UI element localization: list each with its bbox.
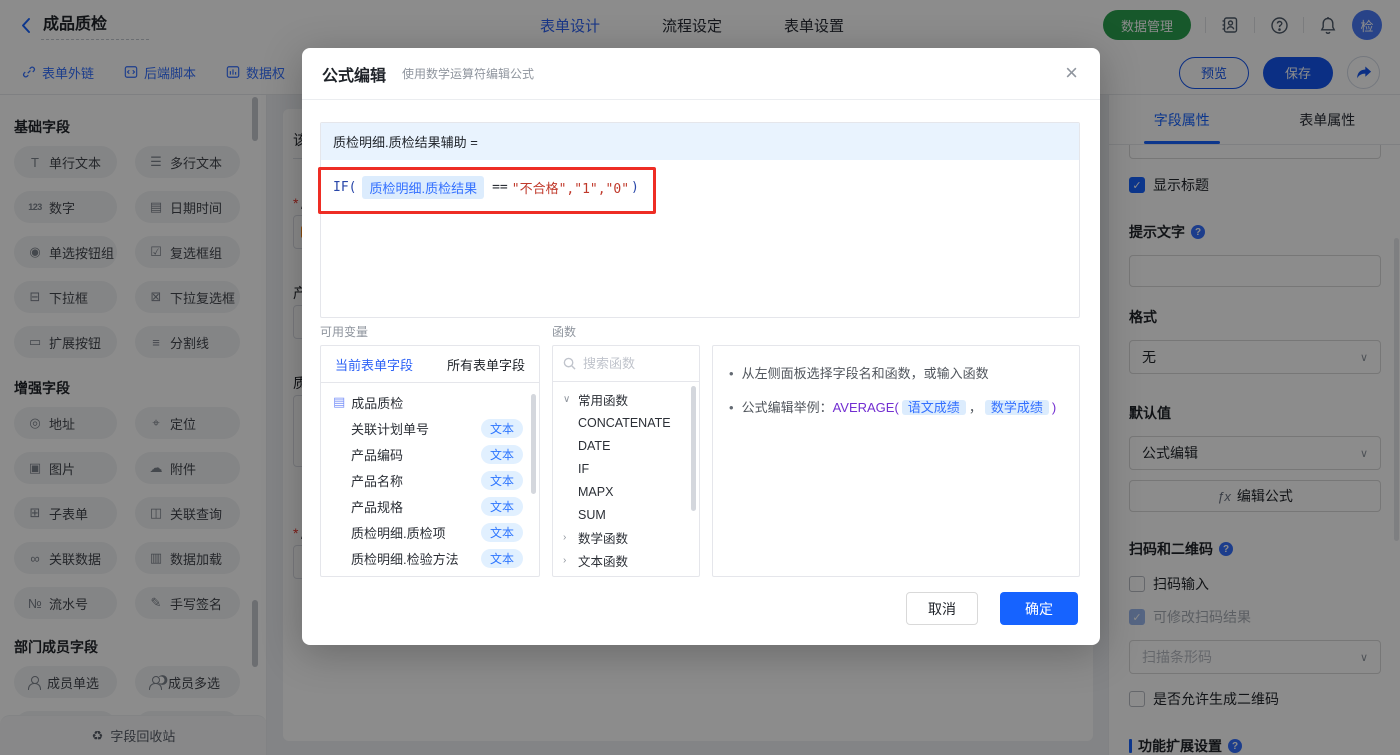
formula-target-bar: 质检明细.质检结果辅助 = <box>321 123 1079 160</box>
variable-field-row[interactable]: 质检明细.质检项 文本 <box>321 519 539 545</box>
help-tip-1: • 从左侧面板选择字段名和函数，或输入函数 <box>729 366 989 381</box>
dialog-subtitle: 使用数学运算符编辑公式 <box>402 67 535 81</box>
functions-label: 函数 <box>552 325 577 339</box>
confirm-button[interactable]: 确定 <box>1000 592 1078 625</box>
caret-right-icon: › <box>563 555 567 566</box>
caret-down-icon: ∨ <box>563 394 571 405</box>
field-type-badge: 文本 <box>480 470 523 490</box>
variable-field-row[interactable]: 产品名称 文本 <box>321 467 539 493</box>
function-item[interactable]: MAPX <box>553 480 699 503</box>
function-group-common[interactable]: ∨ 常用函数 <box>553 388 699 411</box>
variable-field-row[interactable]: 产品编码 文本 <box>321 441 539 467</box>
form-doc-icon: ▤ <box>333 394 346 409</box>
formula-operator: == <box>492 180 508 195</box>
variables-label: 可用变量 <box>320 325 369 339</box>
function-search-input[interactable] <box>583 356 683 371</box>
function-item[interactable]: CONCATENATE <box>553 411 699 434</box>
help-tip-2: • 公式编辑举例：AVERAGE(语文成绩，数学成绩) <box>729 400 1057 415</box>
formula-edit-dialog: 公式编辑 使用数学运算符编辑公式 × 质检明细.质检结果辅助 = IF( 质检明… <box>302 48 1100 645</box>
formula-editor: 质检明细.质检结果辅助 = IF( 质检明细.质检结果 == "不合格","1"… <box>320 122 1080 318</box>
functions-scrollbar[interactable] <box>691 386 696 511</box>
formula-arguments: "不合格","1","0" <box>511 182 630 197</box>
example-field-chip: 语文成绩 <box>901 400 966 415</box>
field-type-badge: 文本 <box>480 444 523 464</box>
variable-form-node[interactable]: ▤ 成品质检 <box>321 389 539 415</box>
field-type-badge: 文本 <box>480 496 523 516</box>
search-icon <box>563 357 576 370</box>
function-item[interactable]: DATE <box>553 434 699 457</box>
formula-close-paren: ) <box>631 180 639 195</box>
function-search[interactable] <box>553 346 699 382</box>
variable-field-row[interactable]: 质检明细.检验方法 文本 <box>321 545 539 571</box>
formula-code-area[interactable]: IF( 质检明细.质检结果 == "不合格","1","0" ) <box>321 160 1079 215</box>
formula-keyword: IF( <box>333 180 357 195</box>
function-group-text[interactable]: › 文本函数 <box>553 549 699 572</box>
function-group-math[interactable]: › 数学函数 <box>553 526 699 549</box>
field-type-badge: 文本 <box>480 522 523 542</box>
cancel-button[interactable]: 取消 <box>906 592 978 625</box>
field-type-badge: 文本 <box>480 418 523 438</box>
formula-field-chip[interactable]: 质检明细.质检结果 <box>362 176 485 199</box>
variable-field-row[interactable]: 关联计划单号 文本 <box>321 415 539 441</box>
field-type-badge <box>495 576 523 577</box>
variable-field-row-partial <box>321 571 539 577</box>
formula-help-panel: • 从左侧面板选择字段名和函数，或输入函数 • 公式编辑举例：AVERAGE(语文… <box>712 345 1080 577</box>
example-field-chip: 数学成绩 <box>984 400 1049 415</box>
tab-current-form-fields[interactable]: 当前表单字段 <box>335 355 413 374</box>
function-item[interactable]: SUM <box>553 503 699 526</box>
variables-panel: 当前表单字段 所有表单字段 ▤ 成品质检 关联计划单号 文本 产品编码 文本 产品名… <box>320 345 540 577</box>
caret-right-icon: › <box>563 532 567 543</box>
functions-panel: ∨常用函数 CONCATENATE DATE IF MAPX SUM ›数学函数… <box>552 345 700 577</box>
function-item[interactable]: IF <box>553 457 699 480</box>
variable-field-row[interactable]: 产品规格 文本 <box>321 493 539 519</box>
variables-scrollbar[interactable] <box>531 394 536 494</box>
field-type-badge: 文本 <box>480 548 523 568</box>
tab-all-form-fields[interactable]: 所有表单字段 <box>447 355 525 374</box>
close-icon[interactable]: × <box>1065 62 1078 84</box>
dialog-title: 公式编辑 <box>322 67 387 85</box>
